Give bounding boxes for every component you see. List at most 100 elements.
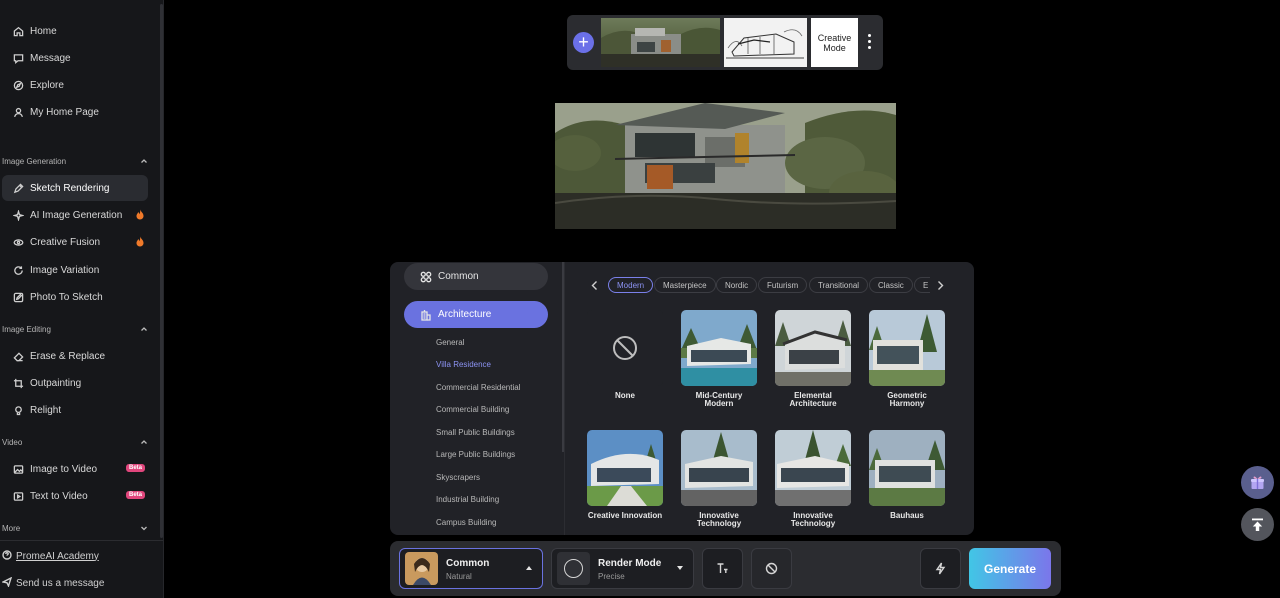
sidebar-item-sketch-rendering[interactable]: Sketch Rendering xyxy=(2,175,148,201)
tab-transitional[interactable]: Transitional xyxy=(809,277,869,293)
section-image-editing[interactable]: Image Editing xyxy=(2,322,148,336)
creative-mode-option[interactable]: Creative Mode xyxy=(811,18,858,67)
none-thumbnail xyxy=(587,310,663,386)
sidebar-item-label: Creative Fusion xyxy=(30,236,101,248)
subcategory-skyscrapers[interactable]: Skyscrapers xyxy=(436,473,480,485)
send-icon xyxy=(0,576,16,590)
subcategory-large-public-buildings[interactable]: Large Public Buildings xyxy=(436,450,515,462)
sidebar-item-image-to-video[interactable]: Image to Video Beta xyxy=(2,456,148,482)
arrow-up-icon xyxy=(1252,518,1263,531)
lightning-icon xyxy=(935,562,946,575)
section-more[interactable]: More xyxy=(2,521,148,535)
style-card-bauhaus[interactable]: Bauhaus xyxy=(869,430,945,520)
more-options-icon[interactable] xyxy=(866,34,872,52)
category-label: Architecture xyxy=(438,309,492,320)
text-icon xyxy=(717,563,728,573)
sidebar-item-label: My Home Page xyxy=(30,106,99,118)
tabs-prev-button[interactable] xyxy=(590,278,600,292)
style-selector[interactable]: Common Natural xyxy=(399,548,543,589)
sidebar-item-label: Photo To Sketch xyxy=(30,291,103,303)
tab-nordic[interactable]: Nordic xyxy=(716,277,758,293)
sidebar-item-outpainting[interactable]: Outpainting xyxy=(2,370,148,396)
section-title: Image Editing xyxy=(2,324,51,334)
gift-button[interactable] xyxy=(1241,466,1274,499)
style-card-elemental-architecture[interactable]: Elemental Architecture xyxy=(775,310,851,408)
subcategory-commercial-residential[interactable]: Commercial Residential xyxy=(436,383,520,395)
tab-more[interactable]: E xyxy=(914,277,931,293)
style-card-geometric-harmony[interactable]: Geometric Harmony xyxy=(869,310,945,408)
style-label: Elemental Architecture xyxy=(789,391,837,408)
style-label: Innovative Technology xyxy=(696,511,742,528)
section-video[interactable]: Video xyxy=(2,435,148,449)
tab-masterpiece[interactable]: Masterpiece xyxy=(654,277,716,293)
bulb-icon xyxy=(12,404,24,416)
sidebar-item-explore[interactable]: Explore xyxy=(2,72,148,98)
category-architecture[interactable]: Architecture xyxy=(404,301,548,328)
style-card-innovative-technology-2[interactable]: Innovative Technology xyxy=(775,430,851,528)
sidebar-item-message[interactable]: Message xyxy=(2,45,148,71)
style-label: Creative Innovation xyxy=(587,511,663,520)
subcategory-industrial-building[interactable]: Industrial Building xyxy=(436,495,499,507)
video-icon xyxy=(12,490,24,502)
style-label: Innovative Technology xyxy=(790,511,836,528)
subcategory-villa-residence[interactable]: Villa Residence xyxy=(436,360,491,372)
fire-icon xyxy=(136,209,144,220)
subcategory-commercial-building[interactable]: Commercial Building xyxy=(436,405,509,417)
sparkle-icon xyxy=(12,209,24,221)
style-avatar xyxy=(405,552,438,585)
caret-down-icon xyxy=(677,566,683,570)
add-image-button[interactable]: + xyxy=(573,32,594,53)
style-thumbnail xyxy=(775,310,851,386)
message-icon xyxy=(12,52,24,64)
sidebar: Home Message Explore My Home Page Image … xyxy=(0,0,164,598)
bottom-toolbar: Common Natural Render Mode Precise Gener… xyxy=(390,541,1061,596)
style-card-innovative-technology-1[interactable]: Innovative Technology xyxy=(681,430,757,528)
style-card-creative-innovation[interactable]: Creative Innovation xyxy=(587,430,663,520)
sketch-icon xyxy=(12,182,24,194)
academy-link-label: PromeAI Academy xyxy=(16,550,99,562)
style-card-mid-century-modern[interactable]: Mid-Century Modern xyxy=(681,310,757,408)
rendered-thumbnail[interactable] xyxy=(601,18,720,67)
render-mode-subtitle: Precise xyxy=(598,572,625,581)
style-card-none[interactable]: None xyxy=(587,310,663,400)
quick-mode-button[interactable] xyxy=(920,548,961,589)
chevron-right-icon xyxy=(938,281,944,290)
tab-futurism[interactable]: Futurism xyxy=(758,277,808,293)
sidebar-item-image-variation[interactable]: Image Variation xyxy=(2,257,148,283)
text-prompt-button[interactable] xyxy=(702,548,743,589)
sidebar-item-my-home-page[interactable]: My Home Page xyxy=(2,99,148,125)
sidebar-item-creative-fusion[interactable]: Creative Fusion xyxy=(2,229,148,255)
tabs-next-button[interactable] xyxy=(936,278,946,292)
negative-prompt-button[interactable] xyxy=(751,548,792,589)
category-label: Common xyxy=(438,271,479,282)
section-image-generation[interactable]: Image Generation xyxy=(2,154,148,168)
tab-classic[interactable]: Classic xyxy=(869,277,913,293)
home-icon xyxy=(12,25,24,37)
tab-modern[interactable]: Modern xyxy=(608,277,654,293)
sidebar-item-label: Text to Video xyxy=(30,490,88,502)
sidebar-item-relight[interactable]: Relight xyxy=(2,397,148,423)
category-common[interactable]: Common xyxy=(404,263,548,290)
villa-render-illustration xyxy=(555,103,896,229)
sidebar-item-label: Sketch Rendering xyxy=(30,182,110,194)
generate-button[interactable]: Generate xyxy=(969,548,1051,589)
subcategory-general[interactable]: General xyxy=(436,338,464,350)
send-message-link[interactable]: Send us a message xyxy=(0,575,104,591)
back-to-top-button[interactable] xyxy=(1241,508,1274,541)
sidebar-scrollbar[interactable] xyxy=(160,4,163,538)
academy-link[interactable]: PromeAI Academy xyxy=(2,548,99,564)
render-mode-title: Render Mode xyxy=(598,558,662,569)
sidebar-item-text-to-video[interactable]: Text to Video Beta xyxy=(2,483,148,509)
sidebar-item-ai-image-generation[interactable]: AI Image Generation xyxy=(2,202,148,228)
sidebar-item-photo-to-sketch[interactable]: Photo To Sketch xyxy=(2,284,148,310)
subcategory-small-public-buildings[interactable]: Small Public Buildings xyxy=(436,428,515,440)
style-thumbnail xyxy=(869,430,945,506)
eraser-icon xyxy=(12,350,24,362)
fire-icon xyxy=(136,236,144,247)
sidebar-item-erase-replace[interactable]: Erase & Replace xyxy=(2,343,148,369)
render-mode-selector[interactable]: Render Mode Precise xyxy=(551,548,694,589)
house-render-image xyxy=(601,27,720,67)
sketch-thumbnail[interactable] xyxy=(724,18,807,67)
sidebar-item-home[interactable]: Home xyxy=(2,18,148,44)
subcategory-campus-building[interactable]: Campus Building xyxy=(436,518,496,530)
